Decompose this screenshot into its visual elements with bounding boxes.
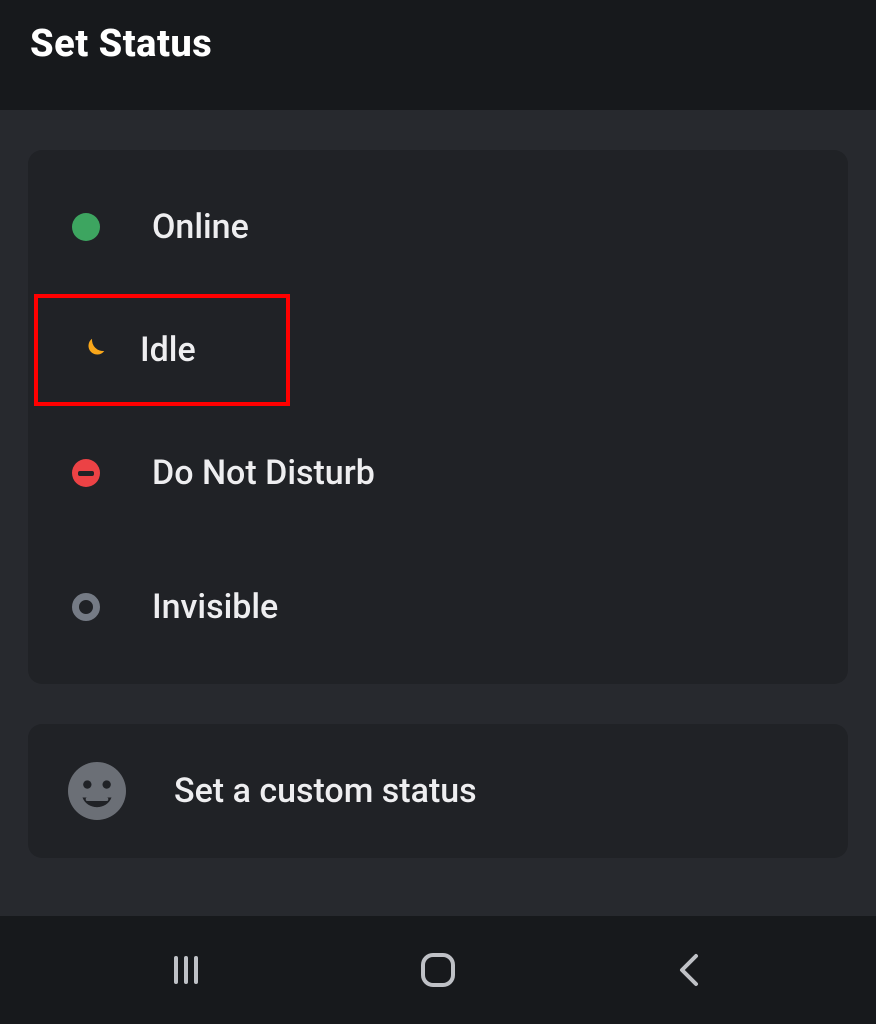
status-option-online[interactable]: Online — [28, 160, 848, 294]
nav-home-button[interactable] — [378, 949, 498, 991]
status-label-idle: Idle — [140, 330, 196, 370]
status-option-invisible[interactable]: Invisible — [28, 540, 848, 674]
smile-emoji-icon — [68, 762, 174, 820]
status-options-card: Online Idle Do Not Disturb Invisible — [28, 150, 848, 684]
recent-apps-icon — [166, 950, 206, 990]
invisible-icon — [72, 593, 152, 621]
back-icon — [670, 950, 710, 990]
status-label-invisible: Invisible — [152, 587, 278, 627]
idle-moon-icon — [78, 335, 140, 365]
status-option-idle[interactable]: Idle — [34, 294, 290, 406]
content-area: Online Idle Do Not Disturb Invisible — [0, 110, 876, 878]
custom-status-label: Set a custom status — [174, 771, 477, 811]
online-icon — [72, 213, 152, 241]
page-title: Set Status — [30, 22, 846, 66]
nav-recent-button[interactable] — [126, 950, 246, 990]
status-label-dnd: Do Not Disturb — [152, 453, 375, 493]
home-icon — [417, 949, 459, 991]
nav-back-button[interactable] — [630, 950, 750, 990]
android-nav-bar — [0, 916, 876, 1024]
set-custom-status-button[interactable]: Set a custom status — [28, 724, 848, 858]
status-label-online: Online — [152, 207, 249, 247]
status-option-dnd[interactable]: Do Not Disturb — [28, 406, 848, 540]
dnd-icon — [72, 459, 152, 487]
header: Set Status — [0, 0, 876, 110]
